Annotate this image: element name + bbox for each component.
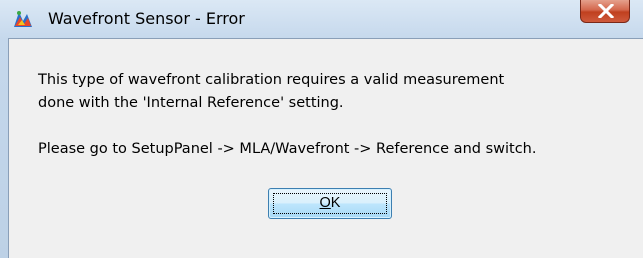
dialog-body: This type of wavefront calibration requi… bbox=[8, 38, 643, 258]
title-bar[interactable]: Wavefront Sensor - Error bbox=[0, 0, 643, 38]
ok-mnemonic: O bbox=[319, 195, 331, 211]
close-button[interactable] bbox=[580, 0, 630, 23]
wavefront-app-icon bbox=[12, 9, 34, 29]
message-line-1: This type of wavefront calibration requi… bbox=[38, 72, 505, 88]
ok-button[interactable]: OK bbox=[268, 188, 392, 219]
ok-button-label: OK bbox=[269, 195, 391, 211]
close-x-icon bbox=[598, 4, 614, 18]
ok-label-rest: K bbox=[330, 195, 341, 211]
message-line-2: done with the 'Internal Reference' setti… bbox=[38, 95, 344, 111]
message-line-3: Please go to SetupPanel -> MLA/Wavefront… bbox=[38, 141, 537, 157]
error-dialog-window: Wavefront Sensor - Error This type of wa… bbox=[0, 0, 643, 258]
window-title: Wavefront Sensor - Error bbox=[48, 9, 245, 28]
